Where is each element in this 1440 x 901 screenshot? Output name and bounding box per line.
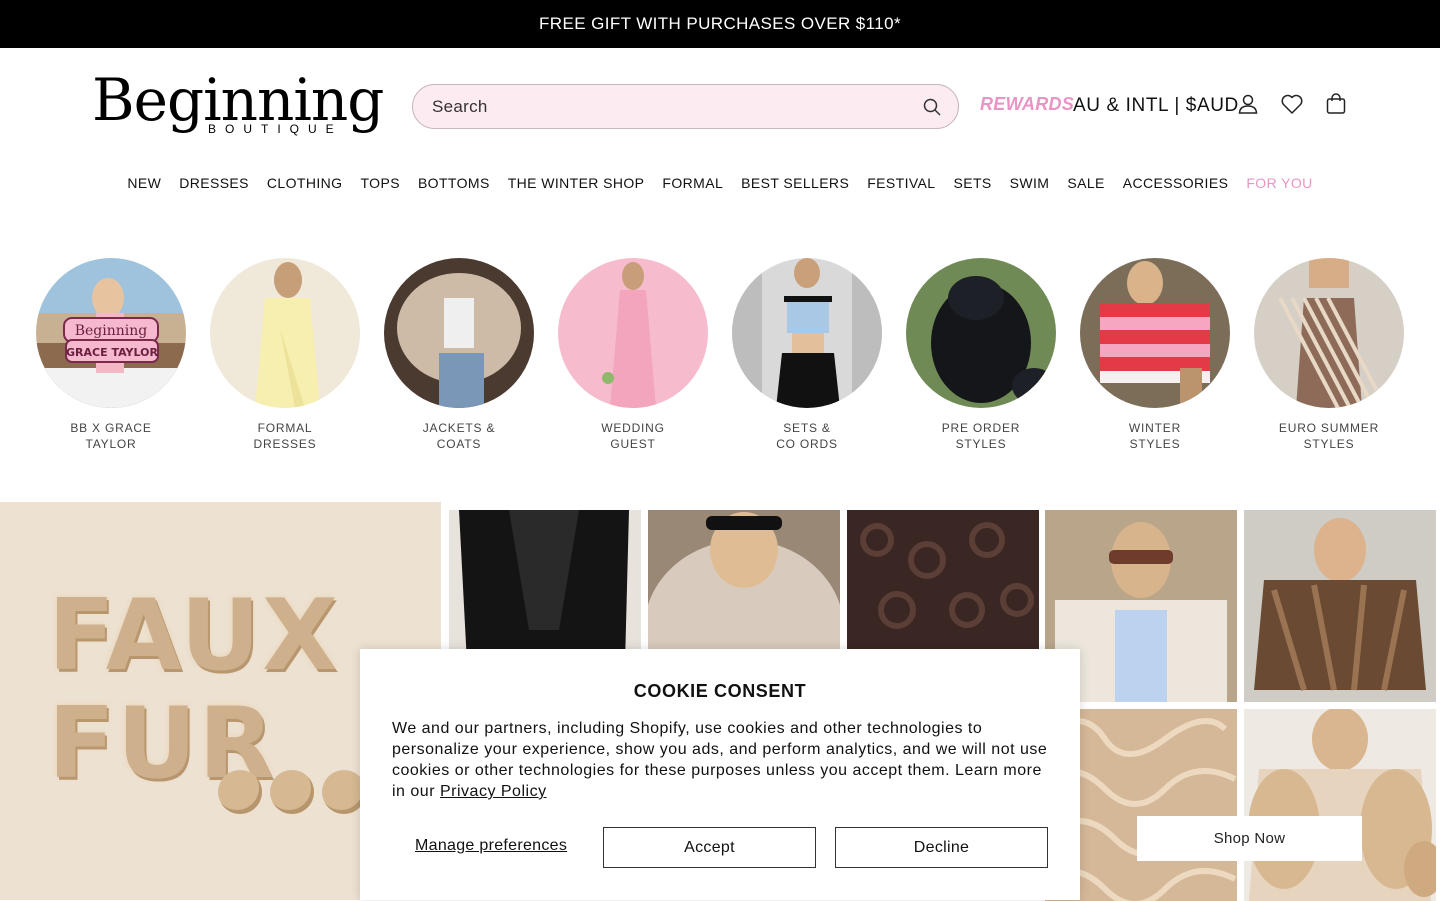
category-label-line2: STYLES [1303, 437, 1355, 451]
region-currency-selector[interactable]: AU & INTL | $AUD [1073, 95, 1239, 117]
cookie-consent-dialog: COOKIE CONSENT We and our partners, incl… [360, 649, 1080, 900]
category-label[interactable]: PRE ORDER STYLES [906, 420, 1056, 452]
category-label[interactable]: WINTER STYLES [1080, 420, 1230, 452]
nav-item-accessories[interactable]: ACCESSORIES [1123, 175, 1229, 191]
nav-item-clothing[interactable]: CLOTHING [267, 175, 343, 191]
hero-headline: FAUX FUR [48, 582, 340, 798]
nav-item-new[interactable]: NEW [127, 175, 161, 191]
category-image[interactable] [210, 258, 360, 408]
category-image[interactable] [1080, 258, 1230, 408]
category-label[interactable]: JACKETS & COATS [384, 420, 534, 452]
manage-preferences-button[interactable]: Manage preferences [415, 837, 567, 855]
category-image[interactable] [1254, 258, 1404, 408]
category-label-line2: CO ORDS [776, 437, 838, 451]
accept-button[interactable]: Accept [603, 827, 816, 868]
category-label-line1: WINTER [1128, 421, 1182, 435]
badge-text-beginning: Beginning [75, 323, 148, 339]
category-row: Beginning GRACE TAYLOR BB X GRACE TAYLOR… [0, 203, 1440, 502]
category-label-line1: SETS & [783, 421, 831, 435]
nav-item-best-sellers[interactable]: BEST SELLERS [741, 175, 849, 191]
category-bb-x-grace-taylor[interactable]: Beginning GRACE TAYLOR BB X GRACE TAYLOR [36, 258, 186, 452]
category-label-line1: WEDDING [601, 421, 665, 435]
search-bar[interactable] [412, 84, 959, 129]
category-label-line1: PRE ORDER [941, 421, 1021, 435]
nav-item-dresses[interactable]: DRESSES [179, 175, 249, 191]
shop-now-button[interactable]: Shop Now [1137, 816, 1362, 861]
logo-subtext: BOUTIQUE [208, 122, 343, 136]
rewards-link[interactable]: REWARDS [980, 94, 1074, 115]
hero-tile-beige-fur-collar[interactable] [1244, 709, 1436, 901]
wishlist-heart-icon[interactable] [1280, 92, 1304, 116]
category-euro-summer-styles[interactable]: EURO SUMMER STYLES [1254, 258, 1404, 452]
category-label-line2: TAYLOR [85, 437, 137, 451]
nav-item-sets[interactable]: SETS [953, 175, 991, 191]
category-image[interactable] [384, 258, 534, 408]
hero-headline-line1: FAUX [48, 579, 340, 693]
announcement-text: FREE GIFT WITH PURCHASES OVER $110* [539, 14, 901, 33]
category-wedding-guest[interactable]: WEDDING GUEST [558, 258, 708, 452]
category-label[interactable]: FORMAL DRESSES [210, 420, 360, 452]
category-image[interactable] [558, 258, 708, 408]
category-image[interactable] [732, 258, 882, 408]
cookie-consent-title: COOKIE CONSENT [633, 681, 807, 701]
category-label-line1: BB X GRACE [70, 421, 152, 435]
nav-item-formal[interactable]: FORMAL [662, 175, 723, 191]
category-label-line1: EURO SUMMER [1278, 421, 1380, 435]
category-label-line2: COATS [436, 437, 482, 451]
decline-button[interactable]: Decline [835, 827, 1048, 868]
category-label-line2: STYLES [955, 437, 1007, 451]
category-winter-styles[interactable]: WINTER STYLES [1080, 258, 1230, 452]
badge-text-grace-taylor: GRACE TAYLOR [66, 346, 158, 359]
category-sets-co-ords[interactable]: SETS & CO ORDS [732, 258, 882, 452]
cookie-consent-actions: Manage preferences Accept Decline [392, 827, 1048, 868]
nav-item-for-you[interactable]: FOR YOU [1246, 175, 1312, 191]
category-label-line1: FORMAL [257, 421, 313, 435]
nav-item-bottoms[interactable]: BOTTOMS [418, 175, 490, 191]
hero-tile-brown-fur-coat[interactable] [1244, 510, 1436, 702]
category-label[interactable]: EURO SUMMER STYLES [1254, 420, 1404, 452]
category-label-line2: STYLES [1129, 437, 1181, 451]
category-label[interactable]: BB X GRACE TAYLOR [36, 420, 186, 452]
nav-item-winter-shop[interactable]: THE WINTER SHOP [508, 175, 645, 191]
category-label[interactable]: SETS & CO ORDS [732, 420, 882, 452]
privacy-policy-link[interactable]: Privacy Policy [440, 783, 547, 800]
main-nav: NEW DRESSES CLOTHING TOPS BOTTOMS THE WI… [0, 163, 1440, 203]
category-label-line2: DRESSES [253, 437, 317, 451]
category-label[interactable]: WEDDING GUEST [558, 420, 708, 452]
category-label-line1: JACKETS & [422, 421, 496, 435]
nav-item-tops[interactable]: TOPS [360, 175, 399, 191]
category-label-line2: GUEST [610, 437, 656, 451]
category-image[interactable] [906, 258, 1056, 408]
search-icon[interactable] [922, 97, 942, 117]
category-pre-order-styles[interactable]: PRE ORDER STYLES [906, 258, 1056, 452]
category-image[interactable]: Beginning GRACE TAYLOR [36, 258, 186, 408]
nav-item-swim[interactable]: SWIM [1010, 175, 1050, 191]
site-header: Beginning BOUTIQUE REWARDS AU & INTL | $… [0, 48, 1440, 163]
announcement-bar: FREE GIFT WITH PURCHASES OVER $110* [0, 0, 1440, 48]
category-jackets-coats[interactable]: JACKETS & COATS [384, 258, 534, 452]
account-icon[interactable] [1236, 92, 1260, 116]
category-formal-dresses[interactable]: FORMAL DRESSES [210, 258, 360, 452]
hero-fur-dots [218, 770, 366, 814]
search-input[interactable] [432, 96, 922, 117]
brand-logo[interactable]: Beginning BOUTIQUE [92, 68, 396, 138]
nav-item-sale[interactable]: SALE [1067, 175, 1104, 191]
cart-bag-icon[interactable] [1324, 92, 1348, 116]
nav-item-festival[interactable]: FESTIVAL [867, 175, 935, 191]
cookie-consent-body: We and our partners, including Shopify, … [392, 718, 1048, 802]
